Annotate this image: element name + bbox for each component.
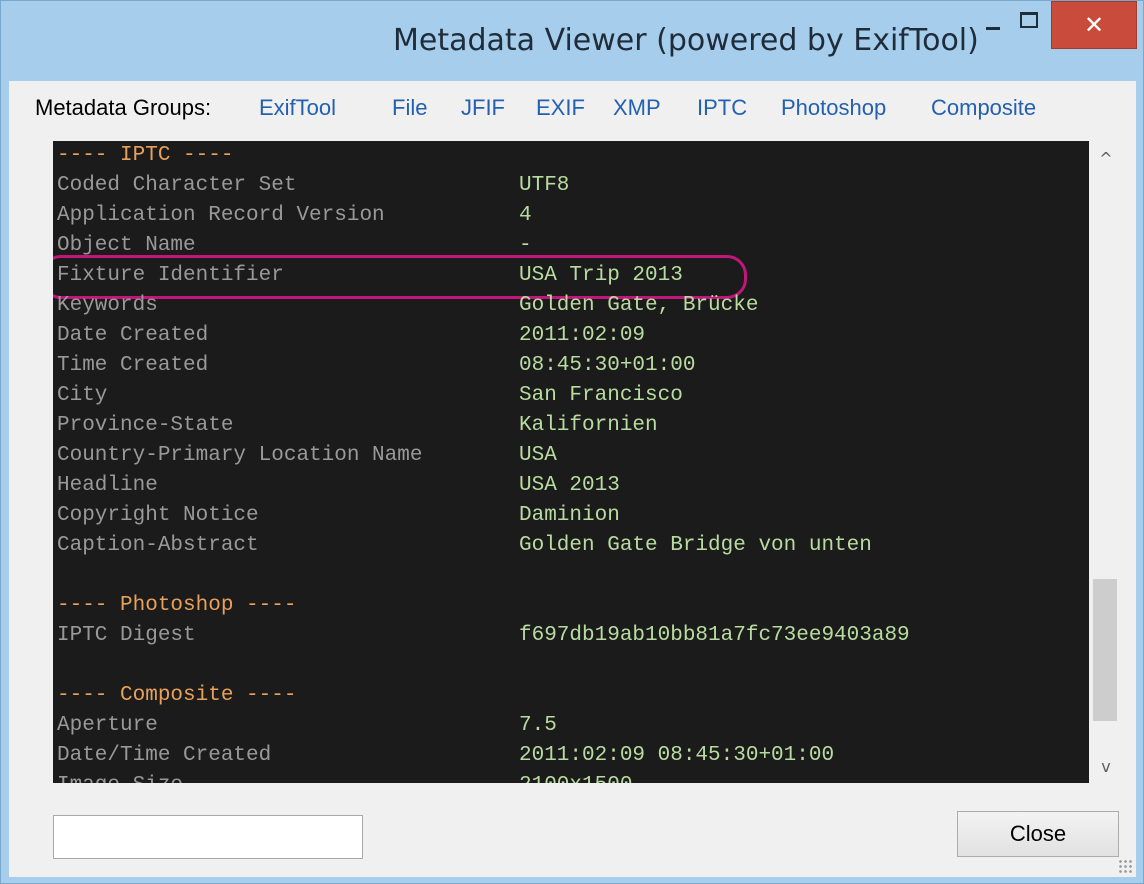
- tag-value: -: [519, 234, 532, 257]
- tag-value: Kalifornien: [519, 414, 658, 437]
- group-link-exif[interactable]: EXIF: [536, 95, 585, 121]
- tag-value: USA: [519, 444, 557, 467]
- tag-name: Fixture Identifier: [57, 264, 284, 287]
- window-title: Metadata Viewer (powered by ExifTool): [393, 23, 979, 58]
- close-icon: ✕: [1083, 11, 1105, 39]
- tag-name: Country-Primary Location Name: [57, 444, 423, 467]
- group-link-exiftool[interactable]: ExifTool: [259, 95, 336, 121]
- tag-value: Golden Gate Bridge von unten: [519, 534, 872, 557]
- tag-name: Object Name: [57, 234, 196, 257]
- group-link-xmp[interactable]: XMP: [613, 95, 661, 121]
- tag-name: Keywords: [57, 294, 158, 317]
- tag-value: UTF8: [519, 174, 570, 197]
- close-window-button[interactable]: ✕: [1051, 1, 1137, 49]
- minimize-icon: [986, 26, 1000, 30]
- tag-name: City: [57, 384, 108, 407]
- metadata-viewer-window: Metadata Viewer (powered by ExifTool) ✕ …: [0, 0, 1144, 884]
- tag-name: Date/Time Created: [57, 744, 272, 767]
- tag-value: San Francisco: [519, 384, 683, 407]
- tag-name: Headline: [57, 474, 158, 497]
- tag-value: 2011:02:09: [519, 324, 646, 347]
- status-text-field[interactable]: [53, 815, 363, 859]
- client-area: Metadata Groups: ExifTool File JFIF EXIF…: [9, 81, 1136, 877]
- maximize-icon: [1020, 12, 1038, 28]
- tag-name: Copyright Notice: [57, 504, 259, 527]
- tag-name: Time Created: [57, 354, 209, 377]
- tag-name: Image Size: [57, 771, 183, 783]
- group-link-file[interactable]: File: [392, 95, 427, 121]
- group-link-photoshop[interactable]: Photoshop: [781, 95, 886, 121]
- tag-name: Application Record Version: [57, 204, 385, 227]
- scroll-down-icon[interactable]: v: [1089, 749, 1123, 783]
- group-link-composite[interactable]: Composite: [931, 95, 1036, 121]
- metadata-groups-bar: Metadata Groups: ExifTool File JFIF EXIF…: [9, 81, 1136, 133]
- maximize-button[interactable]: [1009, 1, 1049, 47]
- scroll-up-icon[interactable]: ^: [1089, 141, 1123, 175]
- tag-value: Daminion: [519, 504, 620, 527]
- tag-name: IPTC Digest: [57, 624, 196, 647]
- section-header-text: ---- IPTC ----: [57, 144, 234, 167]
- section-header-text: ---- Composite ----: [57, 684, 297, 707]
- scroll-thumb[interactable]: [1093, 579, 1117, 721]
- tag-name: Aperture: [57, 714, 158, 737]
- tag-name: Province-State: [57, 414, 234, 437]
- vertical-scrollbar[interactable]: ^ v: [1089, 141, 1123, 783]
- tag-name: Caption-Abstract: [57, 534, 259, 557]
- tag-name: Date Created: [57, 324, 209, 347]
- tag-value: 4: [519, 204, 532, 227]
- tag-name: Coded Character Set: [57, 174, 297, 197]
- tag-value: USA 2013: [519, 474, 620, 497]
- tag-value: 08:45:30+01:00: [519, 354, 696, 377]
- group-link-jfif[interactable]: JFIF: [461, 95, 505, 121]
- minimize-button[interactable]: [975, 1, 1011, 47]
- tag-value: 2100x1500: [519, 771, 632, 783]
- tag-value: 7.5: [519, 714, 557, 737]
- tag-value: Golden Gate, Brücke: [519, 294, 759, 317]
- tag-value: f697db19ab10bb81a7fc73ee9403a89: [519, 624, 910, 647]
- close-button[interactable]: Close: [957, 811, 1119, 857]
- section-header-text: ---- Photoshop ----: [57, 594, 297, 617]
- resize-grip-icon[interactable]: [1118, 859, 1132, 873]
- group-link-iptc[interactable]: IPTC: [697, 95, 747, 121]
- metadata-groups-label: Metadata Groups:: [35, 95, 212, 120]
- metadata-output-console[interactable]: ---- IPTC ---- Coded Character Set UTF8 App…: [53, 141, 1089, 783]
- title-bar[interactable]: Metadata Viewer (powered by ExifTool) ✕: [1, 1, 1143, 81]
- tag-value: 2011:02:09 08:45:30+01:00: [519, 744, 835, 767]
- tag-value: USA Trip 2013: [519, 264, 683, 287]
